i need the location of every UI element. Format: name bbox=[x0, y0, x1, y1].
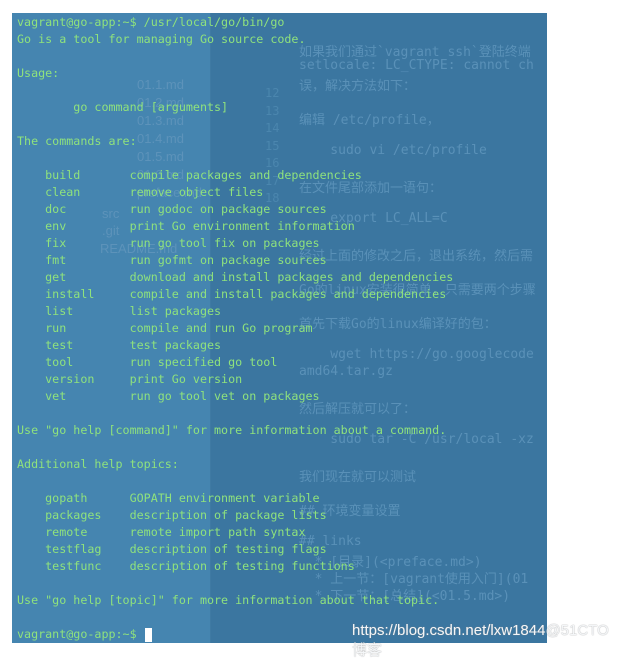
terminal-output: vagrant@go-app:~$ /usr/local/go/bin/go Go… bbox=[17, 14, 453, 643]
terminal-line: Use "go help [topic]" for more informati… bbox=[17, 593, 440, 607]
terminal-line: testflag description of testing flags bbox=[17, 542, 327, 556]
watermark: https://blog.csdn.net/lxw1844@51CTO博客 bbox=[352, 622, 609, 659]
cursor bbox=[144, 627, 152, 642]
terminal-line: vagrant@go-app:~$ /usr/local/go/bin/go bbox=[17, 15, 285, 29]
terminal-line: run compile and run Go program bbox=[17, 321, 313, 335]
terminal-line: doc run godoc on package sources bbox=[17, 202, 327, 216]
terminal-window[interactable]: 01.1.md 01.2.md 01.3.md 01.4.md 01.5.md 01.6.… bbox=[12, 13, 547, 643]
terminal-line: build compile packages and dependencies bbox=[17, 168, 362, 182]
terminal-line: remote remote import path syntax bbox=[17, 525, 306, 539]
terminal-line: get download and install packages and de… bbox=[17, 270, 454, 284]
terminal-line: Use "go help [command]" for more informa… bbox=[17, 423, 447, 437]
prompt: vagrant@go-app:~$ bbox=[17, 627, 144, 641]
terminal-line: list list packages bbox=[17, 304, 222, 318]
terminal-line: Go is a tool for managing Go source code… bbox=[17, 32, 306, 46]
terminal-line: test test packages bbox=[17, 338, 222, 352]
terminal-line: gopath GOPATH environment variable bbox=[17, 491, 320, 505]
terminal-line: tool run specified go tool bbox=[17, 355, 278, 369]
terminal-line: clean remove object files bbox=[17, 185, 264, 199]
terminal-line: packages description of package lists bbox=[17, 508, 327, 522]
terminal-line: Additional help topics: bbox=[17, 457, 179, 471]
terminal-line: go command [arguments] bbox=[17, 100, 229, 114]
terminal-line: version print Go version bbox=[17, 372, 243, 386]
terminal-line: fix run go tool fix on packages bbox=[17, 236, 320, 250]
terminal-line: testfunc description of testing function… bbox=[17, 559, 355, 573]
terminal-line: The commands are: bbox=[17, 134, 137, 148]
terminal-line: env print Go environment information bbox=[17, 219, 355, 233]
terminal-line: fmt run gofmt on package sources bbox=[17, 253, 327, 267]
terminal-line: Usage: bbox=[17, 66, 60, 80]
terminal-line: install compile and install packages and… bbox=[17, 287, 447, 301]
terminal-line: vet run go tool vet on packages bbox=[17, 389, 320, 403]
